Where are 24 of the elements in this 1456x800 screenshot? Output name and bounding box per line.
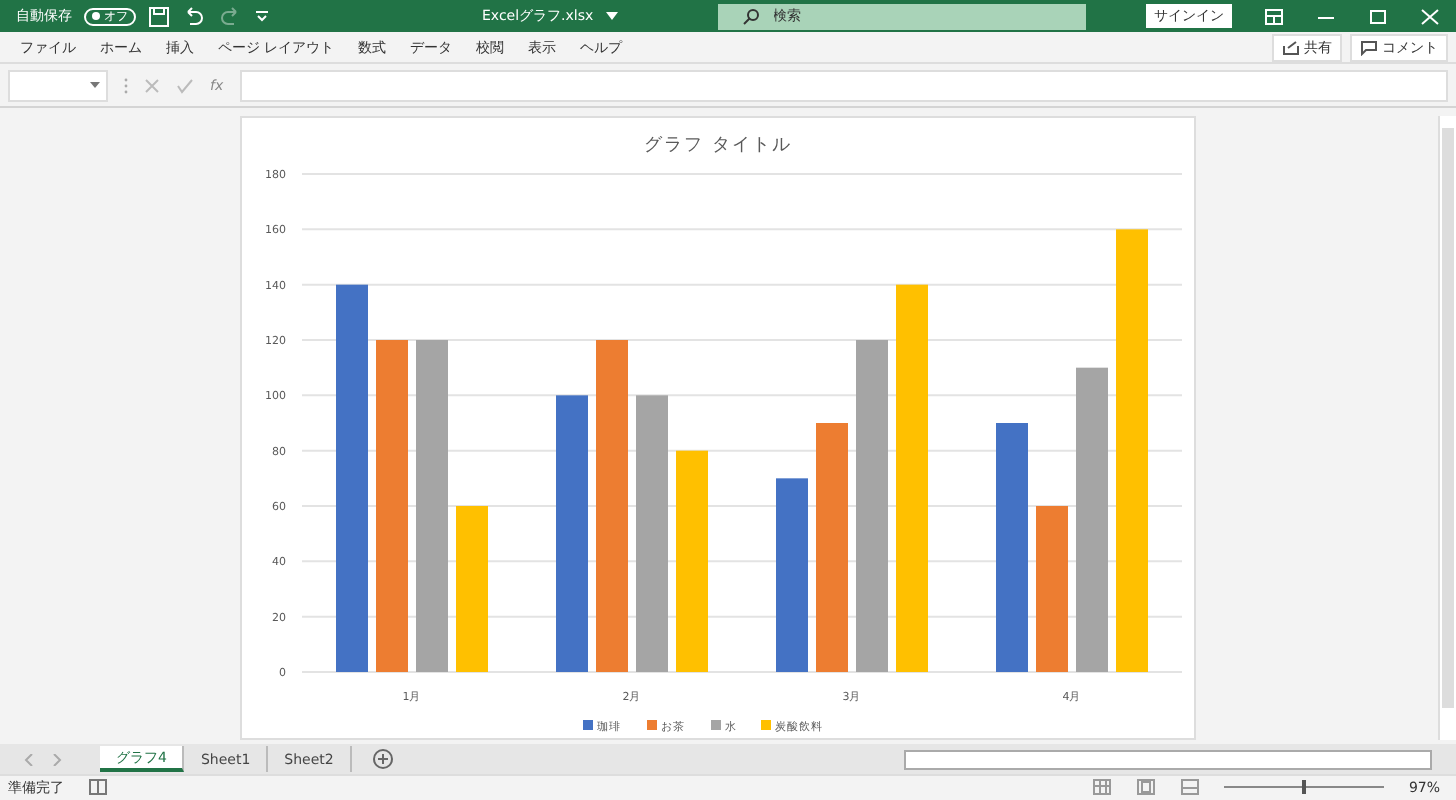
close-icon[interactable] [1420,7,1440,26]
share-icon [1282,39,1300,56]
caret-icon[interactable] [90,81,100,88]
search-icon [741,7,760,26]
page-layout-icon[interactable] [1136,778,1157,797]
comment-icon [1360,39,1378,56]
maximize-icon[interactable] [1368,7,1388,26]
cancel-icon[interactable] [144,77,160,94]
customize-icon[interactable] [254,8,270,25]
save-icon[interactable] [148,5,170,28]
horizontal-scrollbar[interactable] [904,749,1432,769]
sheet-nav-icon[interactable] [24,753,64,765]
chart-title: グラフ タイトル [644,136,792,157]
ribbon-display-icon[interactable] [1264,7,1284,26]
redo-icon[interactable] [218,5,242,28]
normal-view-icon[interactable] [1092,778,1113,797]
page-break-icon[interactable] [1180,778,1201,797]
caret-icon[interactable] [605,12,618,21]
add-sheet-icon[interactable] [371,748,394,770]
enter-icon[interactable] [176,77,194,94]
undo-icon[interactable] [182,5,206,28]
vertical-scrollbar[interactable] [1438,116,1456,741]
formula-field[interactable] [239,69,1448,102]
macro-icon [88,778,108,797]
